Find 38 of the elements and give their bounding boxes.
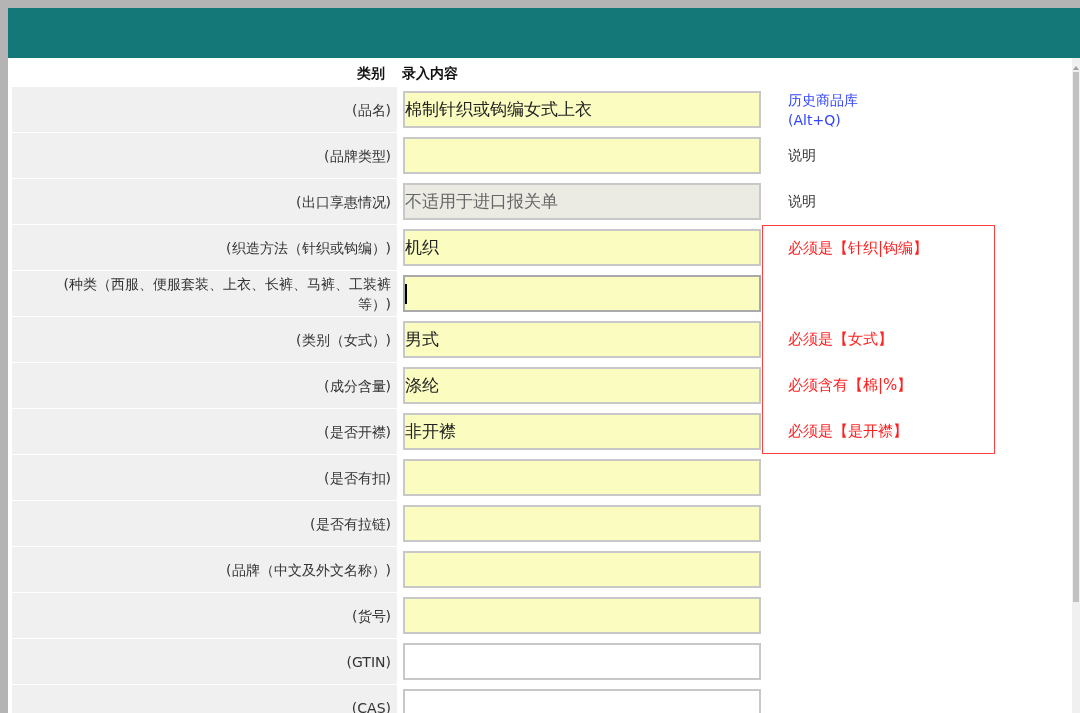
note-text: 说明	[788, 192, 817, 211]
field-label: (织造方法（针织或钩编）)	[226, 238, 391, 258]
input-field[interactable]: 不适用于进口报关单	[403, 183, 761, 220]
input-field[interactable]	[403, 459, 761, 496]
input-field[interactable]: 非开襟	[403, 413, 761, 450]
field-label: (品牌（中文及外文名称）)	[226, 560, 391, 580]
error-message: 必须含有【棉|%】	[788, 375, 913, 397]
field-label: (成分含量)	[324, 376, 391, 396]
column-header: 录入内容	[402, 63, 458, 83]
input-field[interactable]	[403, 551, 761, 588]
input-field[interactable]: 棉制针织或钩编女式上衣	[403, 91, 761, 128]
field-label: (出口享惠情况)	[296, 192, 391, 212]
field-label: (类别（女式）)	[296, 330, 391, 350]
note-text: 说明	[788, 146, 817, 165]
input-field[interactable]	[403, 275, 761, 312]
scroll-up-icon[interactable]	[1073, 66, 1079, 70]
input-field[interactable]	[403, 643, 761, 680]
input-field[interactable]	[403, 505, 761, 542]
error-message: 必须是【是开襟】	[788, 420, 908, 442]
field-label: (种类（西服、便服套装、上衣、长裤、马裤、工装裤等）)	[62, 274, 391, 314]
field-label: (GTIN)	[346, 652, 391, 672]
field-label: (是否开襟)	[324, 422, 391, 442]
text-caret	[405, 283, 407, 304]
history-link[interactable]: 历史商品库 (Alt+Q)	[788, 89, 997, 130]
field-label: (品名)	[352, 100, 391, 120]
field-label: (是否有扣)	[324, 468, 391, 488]
input-field[interactable]: 涤纶	[403, 367, 761, 404]
input-field[interactable]	[403, 597, 761, 634]
error-message: 必须是【女式】	[788, 329, 893, 351]
column-header: 类别	[357, 63, 385, 83]
input-field[interactable]	[403, 137, 761, 174]
input-field[interactable]: 男式	[403, 321, 761, 358]
input-field[interactable]: 机织	[403, 229, 761, 266]
field-label: (是否有拉链)	[310, 514, 391, 534]
field-label: (货号)	[352, 606, 391, 626]
error-message: 必须是【针织|钩编】	[788, 237, 929, 259]
scrollbar[interactable]	[1072, 58, 1080, 713]
field-label: (品牌类型)	[324, 146, 391, 166]
